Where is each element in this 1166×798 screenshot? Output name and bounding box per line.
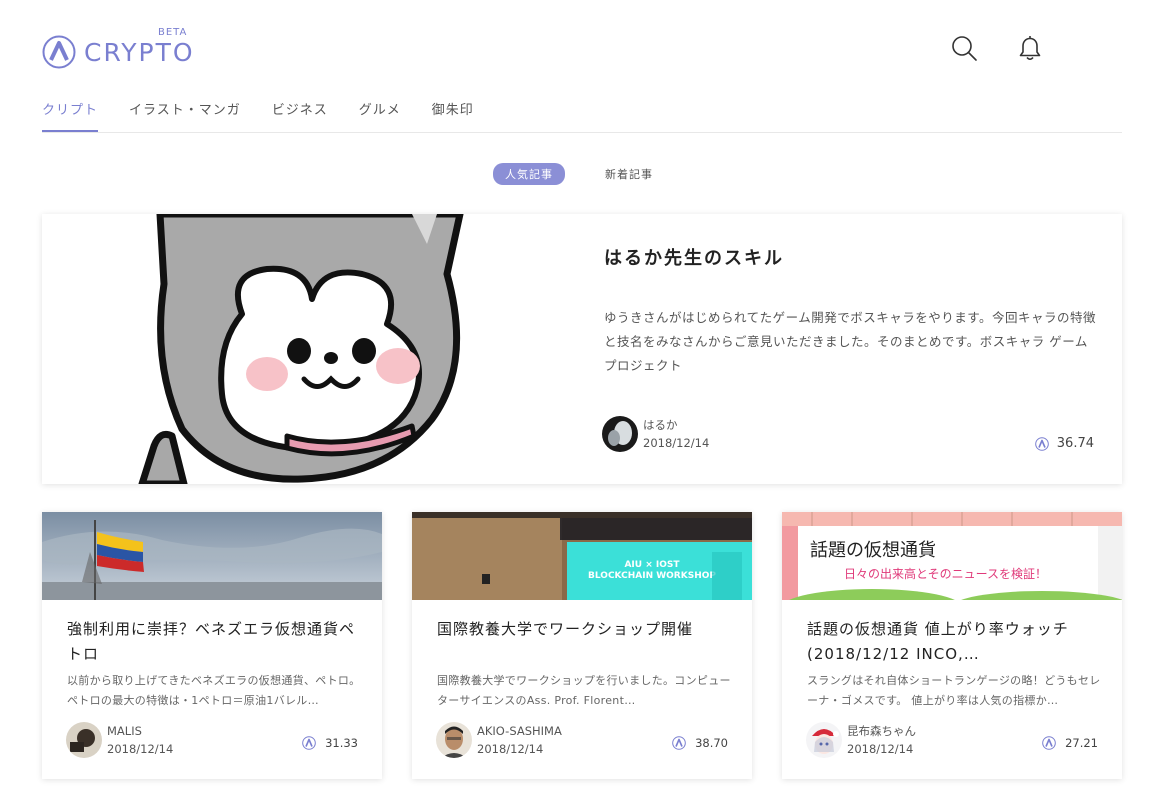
article-excerpt: 国際教養大学でワークショップを行いました。コンピューターサイエンスのAss. P…: [437, 674, 731, 707]
crypto-score-icon: [672, 736, 686, 750]
article-card[interactable]: 話題の仮想通貨 日々の出来高とそのニュースを検証！ 話題の仮想通貨 値上がり率ウ…: [782, 512, 1122, 779]
search-icon[interactable]: [950, 34, 978, 62]
avatar: [602, 416, 638, 452]
author-name: MALIS: [107, 724, 142, 738]
tab-gourmet[interactable]: グルメ: [359, 96, 401, 128]
workshop-sign-line2: BLOCKCHAIN WORKSHOP: [588, 571, 716, 581]
post-date: 2018/12/14: [477, 742, 544, 756]
featured-description: ゆうきさんがはじめられてたゲーム開発でボスキャラをやります。今回キャラの特徴と技…: [604, 310, 1097, 373]
banner-subheading: 日々の出来高とそのニュースを検証！: [844, 566, 1047, 581]
crypto-logo-icon: [42, 35, 76, 69]
article-author[interactable]: MALIS 2018/12/14: [66, 722, 173, 758]
crypto-score-icon: [1042, 736, 1056, 750]
post-date: 2018/12/14: [643, 436, 710, 450]
avatar: [66, 722, 102, 758]
featured-thumbnail: [42, 214, 582, 484]
article-thumbnail: 話題の仮想通貨 日々の出来高とそのニュースを検証！: [782, 512, 1122, 600]
author-name: はるか: [643, 418, 678, 432]
article-title: 国際教養大学でワークショップ開催: [437, 620, 694, 638]
page: CRYPTO BETA クリプト イラスト・マンガ ビジネス グルメ 御朱印 人…: [0, 0, 1166, 798]
tab-business[interactable]: ビジネス: [272, 96, 328, 128]
score: 31.33: [302, 736, 358, 750]
tab-goshuin[interactable]: 御朱印: [432, 96, 474, 128]
article-thumbnail: [42, 512, 382, 600]
bell-icon[interactable]: [1016, 34, 1044, 62]
article-author[interactable]: 昆布森ちゃん 2018/12/14: [806, 722, 916, 758]
article-author[interactable]: AKIO-SASHIMA 2018/12/14: [436, 722, 562, 758]
featured-title: はるか先生のスキル: [604, 248, 784, 269]
article-excerpt: 以前から取り上げてきたベネズエラの仮想通貨、ペトロ。ペトロの最大の特徴は・1ペト…: [67, 674, 361, 707]
score-value: 31.33: [325, 736, 358, 750]
article-title: 強制利用に崇拝？ベネズエラ仮想通貨ペトロ: [67, 620, 356, 663]
beta-badge: BETA: [158, 27, 188, 38]
brand-logo[interactable]: CRYPTO BETA: [42, 27, 195, 71]
avatar: [806, 722, 842, 758]
sort-tabs: 人気記事 新着記事: [493, 163, 653, 185]
score-value: 38.70: [695, 736, 728, 750]
author-name: 昆布森ちゃん: [847, 724, 916, 738]
article-card[interactable]: AIU × IOST BLOCKCHAIN WORKSHOP 国際教養大学でワー…: [412, 512, 752, 779]
crypto-score-icon: [302, 736, 316, 750]
tab-newest[interactable]: 新着記事: [605, 166, 653, 182]
score: 36.74: [1034, 436, 1094, 451]
crypto-score-icon: [1034, 436, 1049, 451]
husky-illustration: [138, 214, 464, 484]
brand-name: CRYPTO: [84, 37, 195, 67]
category-nav: クリプト イラスト・マンガ ビジネス グルメ 御朱印: [42, 96, 1122, 133]
tab-illust-manga[interactable]: イラスト・マンガ: [129, 96, 241, 128]
post-date: 2018/12/14: [107, 742, 174, 756]
score: 38.70: [672, 736, 728, 750]
article-thumbnail: AIU × IOST BLOCKCHAIN WORKSHOP: [412, 512, 752, 600]
featured-author[interactable]: はるか 2018/12/14: [602, 416, 709, 452]
tab-crypto[interactable]: クリプト: [42, 96, 99, 132]
score-value: 36.74: [1056, 436, 1094, 451]
avatar: [436, 722, 472, 758]
score: 27.21: [1042, 736, 1098, 750]
author-name: AKIO-SASHIMA: [477, 724, 562, 738]
workshop-sign-line1: AIU × IOST: [624, 560, 680, 570]
banner-heading: 話題の仮想通貨: [810, 540, 936, 561]
post-date: 2018/12/14: [847, 742, 914, 756]
header-actions: [950, 34, 1044, 62]
article-title: 話題の仮想通貨 値上がり率ウォッチ(2018/12/12 INCO,…: [807, 620, 1069, 663]
article-excerpt: スラングはそれ自体ショートランゲージの略！どうもセレーナ・ゴメスです。 値上がり…: [807, 674, 1101, 707]
tab-popular[interactable]: 人気記事: [493, 163, 565, 185]
score-value: 27.21: [1065, 736, 1098, 750]
featured-article-card[interactable]: はるか先生のスキル ゆうきさんがはじめられてたゲーム開発でボスキャラをやります。…: [42, 214, 1122, 484]
article-card[interactable]: 強制利用に崇拝？ベネズエラ仮想通貨ペトロ 以前から取り上げてきたベネズエラの仮想…: [42, 512, 382, 779]
